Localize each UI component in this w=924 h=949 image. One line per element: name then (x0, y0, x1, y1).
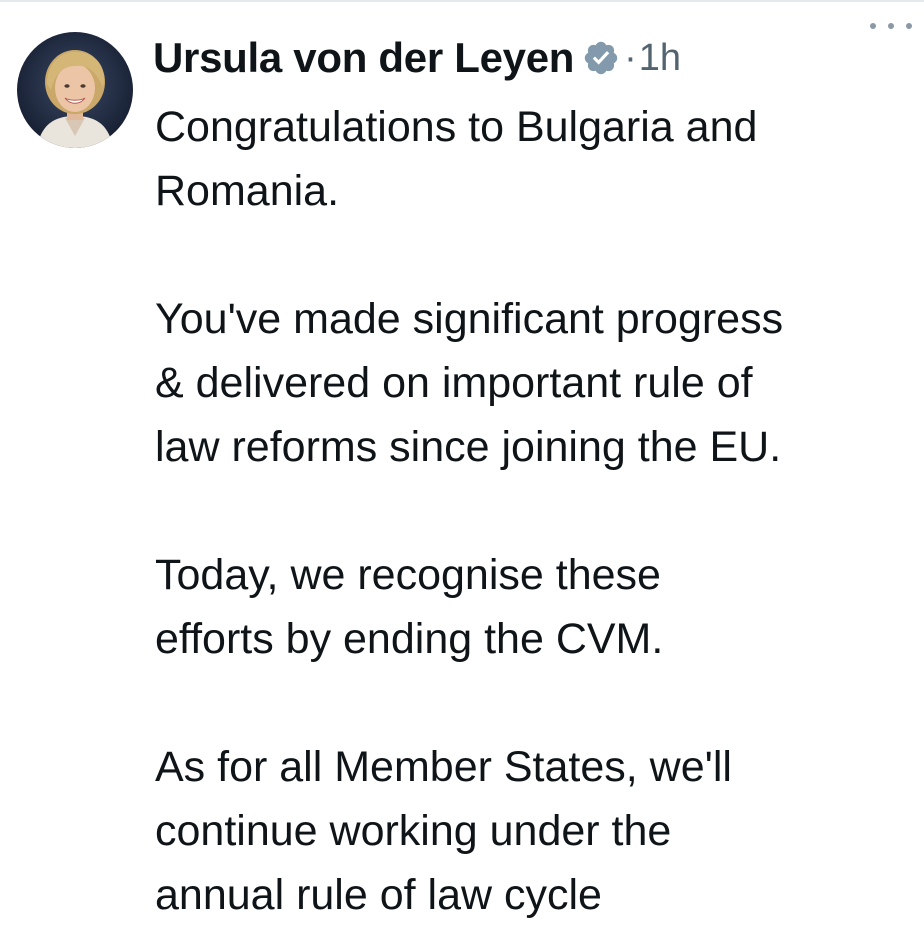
tweet-line: Romania. (155, 167, 340, 215)
tweet-line: Congratulations to Bulgaria and (155, 103, 758, 151)
tweet-line: law reforms since joining the EU. (155, 423, 782, 471)
author-name[interactable]: Ursula von der Leyen (153, 34, 574, 82)
verified-badge-icon (582, 39, 620, 77)
tweet-line: Today, we recognise these (155, 551, 661, 599)
avatar[interactable] (17, 32, 133, 148)
tweet-line: & delivered on important rule of (155, 359, 753, 407)
tweet-line: annual rule of law cycle (155, 871, 602, 919)
more-dot (870, 23, 876, 29)
more-dot (888, 23, 894, 29)
tweet-paragraph: As for all Member States, we'll continue… (155, 735, 920, 927)
header-separator: · (624, 36, 637, 79)
tweet-line: You've made significant progress (155, 295, 784, 343)
tweet-line: As for all Member States, we'll (155, 743, 732, 791)
tweet-paragraph: Congratulations to Bulgaria and Romania. (155, 95, 920, 223)
more-dot (906, 23, 912, 29)
more-horizontal-icon[interactable] (870, 14, 912, 38)
timestamp[interactable]: 1h (639, 37, 681, 80)
tweet-text: Congratulations to Bulgaria and Romania.… (155, 95, 920, 927)
tweet-line: efforts by ending the CVM. (155, 615, 664, 663)
tweet-paragraph: Today, we recognise these efforts by end… (155, 543, 920, 671)
tweet-line: continue working under the (155, 807, 672, 855)
tweet-header: Ursula von der Leyen · 1h (153, 30, 913, 86)
tweet: Ursula von der Leyen · 1h Congratulation… (0, 0, 924, 949)
avatar-photo (17, 32, 133, 148)
tweet-paragraph: You've made significant progress & deliv… (155, 287, 920, 479)
